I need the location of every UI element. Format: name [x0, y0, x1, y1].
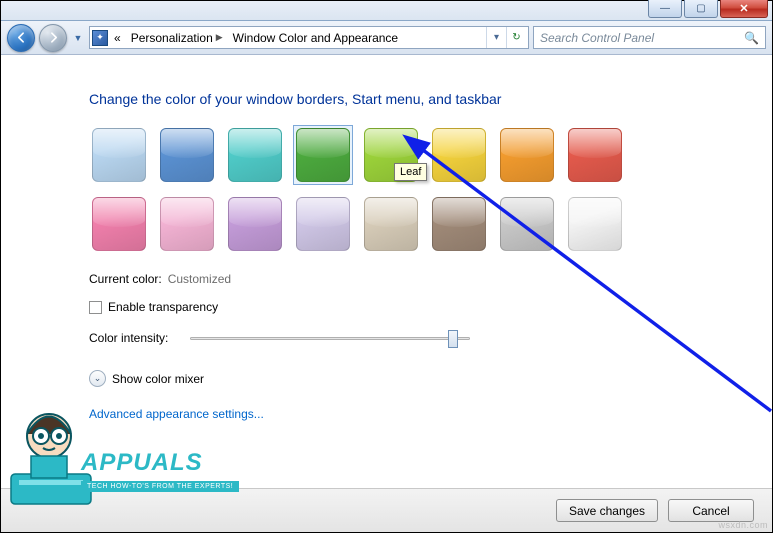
- breadcrumb-personalization[interactable]: Personalization ▶: [127, 27, 227, 48]
- breadcrumb-overflow[interactable]: «: [110, 27, 125, 48]
- intensity-slider[interactable]: [190, 328, 470, 348]
- maximize-button[interactable]: ▢: [684, 0, 718, 18]
- color-swatch-grid: [89, 125, 679, 254]
- minimize-button[interactable]: —: [648, 0, 682, 18]
- color-swatch[interactable]: [225, 125, 285, 185]
- back-button[interactable]: [7, 24, 35, 52]
- breadcrumb-label: Window Color and Appearance: [233, 31, 398, 45]
- page-title: Change the color of your window borders,…: [89, 91, 772, 107]
- chevron-down-icon: ⌄: [94, 373, 102, 384]
- brand-name: APPUALS: [81, 449, 239, 477]
- intensity-label: Color intensity:: [89, 331, 168, 345]
- breadcrumb-label: Personalization: [131, 31, 213, 45]
- color-swatch[interactable]: [361, 194, 421, 254]
- color-swatch[interactable]: [225, 194, 285, 254]
- forward-button[interactable]: [39, 24, 67, 52]
- address-dropdown-button[interactable]: ▾: [486, 27, 506, 48]
- color-swatch[interactable]: [157, 194, 217, 254]
- watermark: wsxdn.com: [718, 520, 768, 530]
- color-swatch[interactable]: [565, 125, 625, 185]
- control-panel-icon: ✦: [92, 30, 108, 46]
- brand-logo: APPUALS TECH HOW-TO'S FROM THE EXPERTS!: [81, 449, 239, 492]
- arrow-right-icon: [47, 31, 60, 44]
- color-swatch[interactable]: [429, 194, 489, 254]
- navigation-toolbar: ▼ ✦ « Personalization ▶ Window Color and…: [1, 21, 772, 55]
- titlebar: — ▢ ✕: [1, 1, 772, 21]
- color-swatch[interactable]: [89, 125, 149, 185]
- footer: Save changes Cancel: [1, 488, 772, 532]
- expand-mixer-button[interactable]: ⌄: [89, 370, 106, 387]
- search-placeholder: Search Control Panel: [540, 31, 654, 45]
- color-swatch[interactable]: [497, 194, 557, 254]
- search-input[interactable]: Search Control Panel 🔍: [533, 26, 766, 49]
- color-swatch[interactable]: [293, 194, 353, 254]
- content-pane: Change the color of your window borders,…: [1, 55, 772, 488]
- refresh-button[interactable]: ↻: [506, 27, 526, 48]
- recent-pages-dropdown[interactable]: ▼: [71, 28, 85, 48]
- color-swatch[interactable]: [565, 194, 625, 254]
- brand-tagline: TECH HOW-TO'S FROM THE EXPERTS!: [81, 481, 239, 492]
- chevron-right-icon: ▶: [216, 32, 223, 43]
- address-bar[interactable]: ✦ « Personalization ▶ Window Color and A…: [89, 26, 529, 49]
- arrow-left-icon: [15, 31, 28, 44]
- color-swatch[interactable]: [157, 125, 217, 185]
- cancel-button[interactable]: Cancel: [668, 499, 754, 522]
- current-color-label: Current color:: [89, 272, 162, 286]
- advanced-settings-link[interactable]: Advanced appearance settings...: [89, 407, 264, 421]
- color-swatch[interactable]: [89, 194, 149, 254]
- transparency-label: Enable transparency: [108, 300, 218, 314]
- search-icon: 🔍: [744, 31, 759, 45]
- color-swatch[interactable]: [497, 125, 557, 185]
- current-color-value: Customized: [168, 272, 231, 286]
- color-swatch[interactable]: [293, 125, 353, 185]
- mixer-label: Show color mixer: [112, 372, 204, 386]
- transparency-checkbox[interactable]: [89, 301, 102, 314]
- slider-thumb[interactable]: [448, 330, 458, 348]
- tooltip: Leaf: [394, 163, 427, 181]
- save-button[interactable]: Save changes: [556, 499, 658, 522]
- close-button[interactable]: ✕: [720, 0, 768, 18]
- color-swatch[interactable]: [429, 125, 489, 185]
- breadcrumb-window-color[interactable]: Window Color and Appearance: [229, 27, 402, 48]
